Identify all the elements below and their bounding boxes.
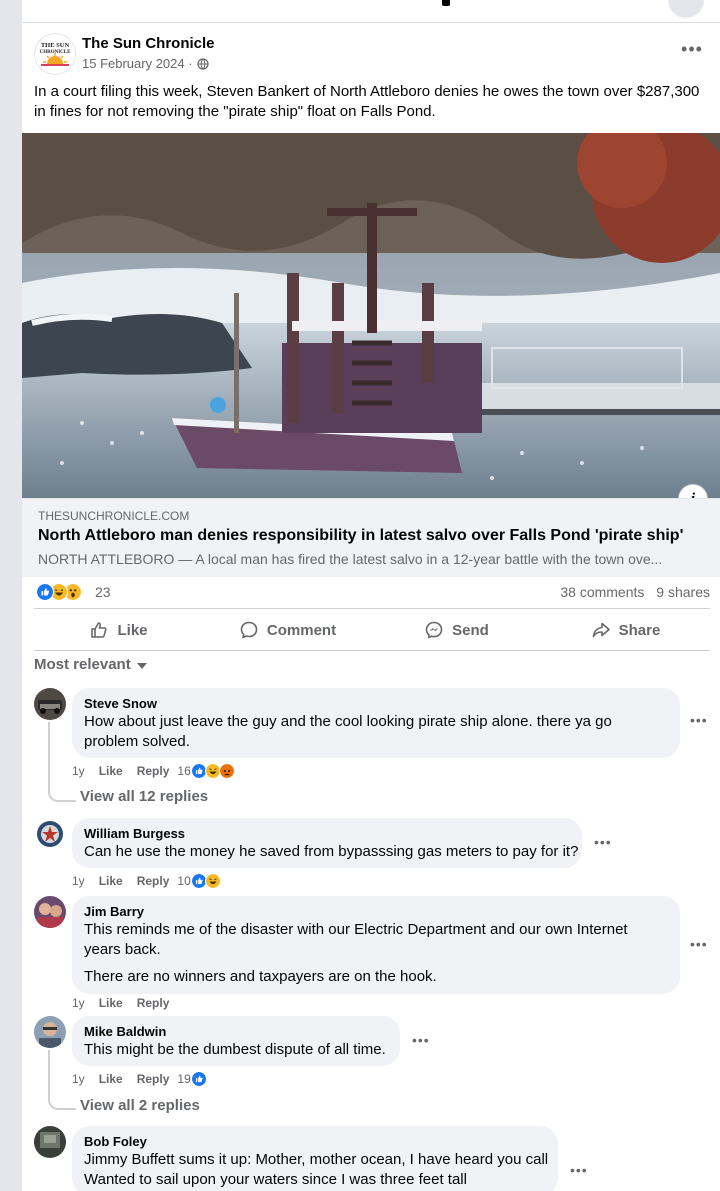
comment-reaction-count: 16 — [177, 764, 191, 778]
shares-count[interactable]: 9 shares — [656, 584, 710, 600]
comment-reaction-count: 19 — [177, 1072, 191, 1086]
reaction-count[interactable]: 23 — [95, 584, 111, 600]
post-timestamp[interactable]: 15 February 2024 · — [82, 56, 209, 71]
comment-reply-button[interactable]: Reply — [137, 874, 170, 888]
avatar[interactable] — [34, 818, 66, 850]
link-title[interactable]: North Attleboro man denies responsibilit… — [38, 527, 683, 545]
link-preview[interactable]: THESUNCHRONICLE.COM North Attleboro man … — [22, 498, 720, 577]
page-avatar[interactable]: THE SUN CHRONICLE — [34, 33, 76, 75]
avatar[interactable] — [34, 1016, 66, 1048]
view-replies-link[interactable]: View all 2 replies — [80, 1097, 200, 1114]
divider — [34, 650, 710, 651]
globe-icon — [196, 57, 209, 70]
comment-reactions[interactable]: 19 — [177, 1071, 207, 1087]
comment-sort-dropdown[interactable]: Most relevant — [34, 656, 147, 673]
send-label: Send — [452, 621, 489, 639]
comment-age[interactable]: 1y — [72, 1072, 85, 1086]
reaction-icons[interactable] — [36, 583, 96, 601]
comment-label: Comment — [266, 621, 337, 639]
comment-more-icon[interactable]: ••• — [412, 1032, 430, 1048]
comment-meta: 1y Like Reply 19 — [72, 1071, 207, 1087]
commenter-name[interactable]: William Burgess — [84, 826, 570, 842]
comment-bubble: Mike Baldwin This might be the dumbest d… — [72, 1016, 400, 1066]
commenter-name[interactable]: Bob Foley — [84, 1134, 546, 1150]
post-card: THE SUN CHRONICLE The Sun Chronicle 15 F… — [22, 0, 720, 1191]
like-button[interactable]: Like — [34, 610, 203, 650]
comment-reaction-count: 10 — [177, 874, 191, 888]
comment-reply-button[interactable]: Reply — [137, 764, 170, 778]
comment-text: This might be the dumbest dispute of all… — [84, 1041, 386, 1058]
send-button[interactable]: Send — [372, 610, 541, 650]
comment-bubble: Bob Foley Jimmy Buffett sums it up: Moth… — [72, 1126, 558, 1191]
previous-header-strip — [22, 0, 720, 23]
comment-reply-button[interactable]: Reply — [137, 1072, 170, 1086]
like-reaction-icon — [190, 1071, 207, 1087]
post-more-options-icon[interactable]: ••• — [680, 40, 704, 64]
thumbs-up-icon — [91, 622, 108, 638]
comment-text: This reminds me of the disaster with our… — [84, 920, 668, 987]
comment-text: How about just leave the guy and the coo… — [84, 713, 612, 750]
comment-line: Wanted to sail upon your waters since I … — [84, 1171, 467, 1188]
comment-bubble: Steve Snow How about just leave the guy … — [72, 688, 680, 758]
comment-meta: 1y Like Reply — [72, 996, 169, 1010]
view-replies-link[interactable]: View all 12 replies — [80, 788, 208, 805]
comments-count[interactable]: 38 comments — [560, 584, 644, 600]
comment-age[interactable]: 1y — [72, 996, 85, 1010]
comment-meta: 1y Like Reply 16 — [72, 763, 235, 779]
share-icon — [592, 622, 610, 638]
close-button[interactable] — [668, 0, 704, 18]
comment-like-button[interactable]: Like — [99, 764, 123, 778]
left-gutter — [0, 0, 22, 1191]
comment-reply-button[interactable]: Reply — [137, 996, 170, 1010]
comment-age[interactable]: 1y — [72, 764, 85, 778]
post-date-text: 15 February 2024 · — [82, 56, 193, 71]
avatar[interactable] — [34, 1126, 66, 1158]
post-actions: Like Comment Send Share — [34, 610, 710, 650]
comment-reactions[interactable]: 16 — [177, 763, 235, 779]
avatar[interactable] — [34, 896, 66, 928]
commenter-name[interactable]: Steve Snow — [84, 696, 668, 712]
comment-bubble: William Burgess Can he use the money he … — [72, 818, 582, 868]
haha-reaction-icon — [204, 873, 221, 889]
comment-icon — [240, 621, 258, 639]
svg-text:THE SUN: THE SUN — [41, 42, 70, 49]
post-text: In a court filing this week, Steven Bank… — [34, 83, 700, 120]
comment-line: Jimmy Buffett sums it up: Mother, mother… — [84, 1151, 549, 1168]
like-reaction-icon — [36, 583, 54, 601]
commenter-name[interactable]: Jim Barry — [84, 904, 668, 920]
chevron-down-icon — [136, 662, 147, 669]
comment-like-button[interactable]: Like — [99, 1072, 123, 1086]
comment-more-icon[interactable]: ••• — [690, 936, 708, 952]
comment-button[interactable]: Comment — [203, 610, 372, 650]
comment-like-button[interactable]: Like — [99, 874, 123, 888]
like-label: Like — [117, 621, 148, 639]
share-label: Share — [618, 621, 661, 639]
avatar[interactable] — [34, 688, 66, 720]
comment-more-icon[interactable]: ••• — [594, 834, 612, 850]
comment-text: Jimmy Buffett sums it up: Mother, mother… — [84, 1150, 549, 1190]
engagement-counts: 38 comments 9 shares — [552, 584, 710, 600]
link-domain: THESUNCHRONICLE.COM — [38, 509, 190, 523]
comment-age[interactable]: 1y — [72, 874, 85, 888]
page-name[interactable]: The Sun Chronicle — [82, 35, 215, 52]
comment-text: Can he use the money he saved from bypas… — [84, 843, 579, 860]
commenter-name[interactable]: Mike Baldwin — [84, 1024, 388, 1040]
comment-bubble: Jim Barry This reminds me of the disaste… — [72, 896, 680, 994]
share-button[interactable]: Share — [541, 610, 710, 650]
comment-like-button[interactable]: Like — [99, 996, 123, 1010]
pirate-ship-photo[interactable] — [22, 133, 720, 498]
messenger-icon — [425, 621, 443, 639]
comment-more-icon[interactable]: ••• — [570, 1162, 588, 1178]
link-description: NORTH ATTLEBORO — A local man has fired … — [38, 551, 663, 567]
comment-meta: 1y Like Reply 10 — [72, 873, 221, 889]
comment-paragraph: There are no winners and taxpayers are o… — [84, 968, 437, 985]
comment-more-icon[interactable]: ••• — [690, 712, 708, 728]
comment-paragraph: This reminds me of the disaster with our… — [84, 921, 628, 958]
sort-label: Most relevant — [34, 656, 131, 673]
angry-reaction-icon — [218, 763, 235, 779]
comment-reactions[interactable]: 10 — [177, 873, 221, 889]
divider — [34, 608, 710, 609]
sun-chronicle-logo: THE SUN CHRONICLE — [40, 42, 71, 66]
reactions-row: 23 38 comments 9 shares — [34, 580, 710, 604]
